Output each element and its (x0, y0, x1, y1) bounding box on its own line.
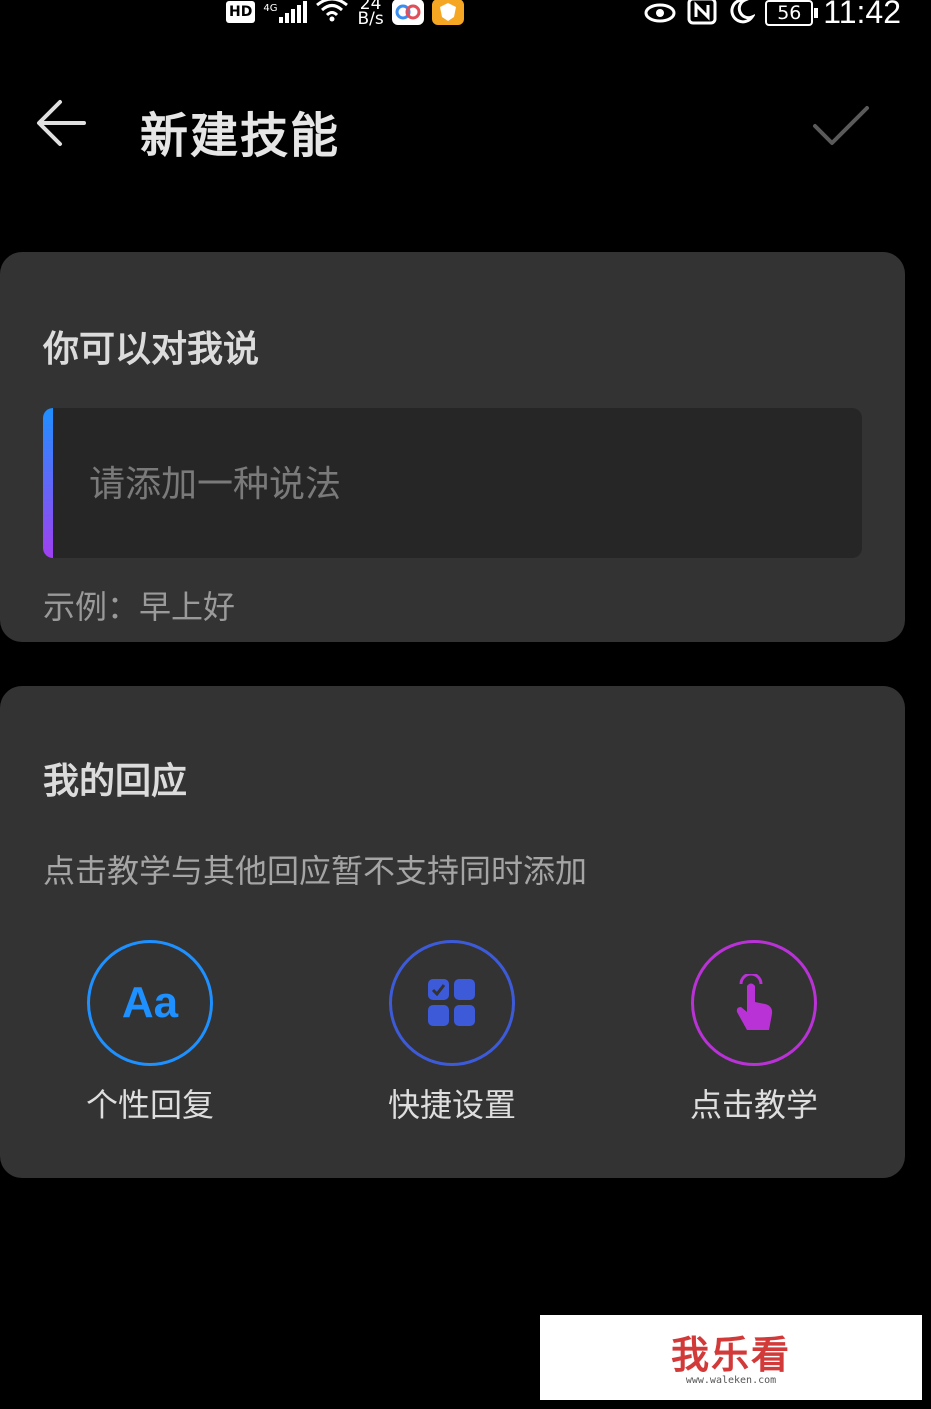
net-speed: 24 B/s (357, 0, 383, 27)
tap-teaching-option[interactable]: 点击教学 (654, 940, 854, 1126)
app-notification-icon (391, 0, 424, 25)
network-type: 4G (263, 2, 278, 14)
tap-hand-icon (691, 940, 817, 1066)
confirm-button[interactable] (812, 104, 870, 148)
clock: 11:42 (823, 0, 901, 30)
input-accent-bar (43, 408, 53, 558)
wifi-icon (315, 0, 349, 27)
custom-reply-option[interactable]: Aa 个性回复 (50, 940, 250, 1126)
hd-badge: HD (226, 0, 256, 23)
watermark-logo: 我乐看 www.waleken.com (540, 1315, 922, 1400)
grid-check-icon (389, 940, 515, 1066)
utterance-input[interactable] (87, 408, 851, 558)
font-aa-icon: Aa (87, 940, 213, 1066)
shield-app-icon (431, 0, 464, 25)
battery-icon: 56 (765, 0, 819, 26)
quick-settings-label: 快捷设置 (387, 1086, 516, 1124)
arrow-left-icon (37, 100, 86, 146)
nfc-icon (687, 0, 717, 29)
status-bar: HD 4G 24 B/s 56 11:42 (0, 0, 931, 30)
response-card: 我的回应 点击教学与其他回应暂不支持同时添加 Aa 个性回复 快捷设置 点击教学 (0, 686, 905, 1178)
tap-teaching-label: 点击教学 (689, 1086, 818, 1124)
utterance-input-wrapper (43, 408, 862, 558)
watermark-url: www.waleken.com (685, 1375, 777, 1386)
net-speed-unit: B/s (357, 8, 384, 29)
cell-signal-icon: 4G (263, 0, 308, 23)
response-hint: 点击教学与其他回应暂不支持同时添加 (43, 852, 588, 890)
quick-settings-option[interactable]: 快捷设置 (352, 940, 552, 1126)
utterance-card: 你可以对我说 示例：早上好 (0, 252, 905, 642)
status-left: HD 4G 24 B/s (226, 0, 464, 27)
moon-icon (727, 0, 757, 29)
utterance-example: 示例：早上好 (43, 588, 236, 626)
check-icon (813, 106, 869, 145)
eye-comfort-icon (643, 0, 677, 27)
status-right: 56 11:42 (643, 0, 901, 31)
utterance-card-title: 你可以对我说 (43, 329, 260, 370)
custom-reply-label: 个性回复 (85, 1086, 214, 1124)
page-title: 新建技能 (140, 108, 341, 164)
response-card-title: 我的回应 (43, 761, 188, 802)
watermark-text: 我乐看 (670, 1333, 791, 1377)
back-button[interactable] (34, 96, 88, 150)
